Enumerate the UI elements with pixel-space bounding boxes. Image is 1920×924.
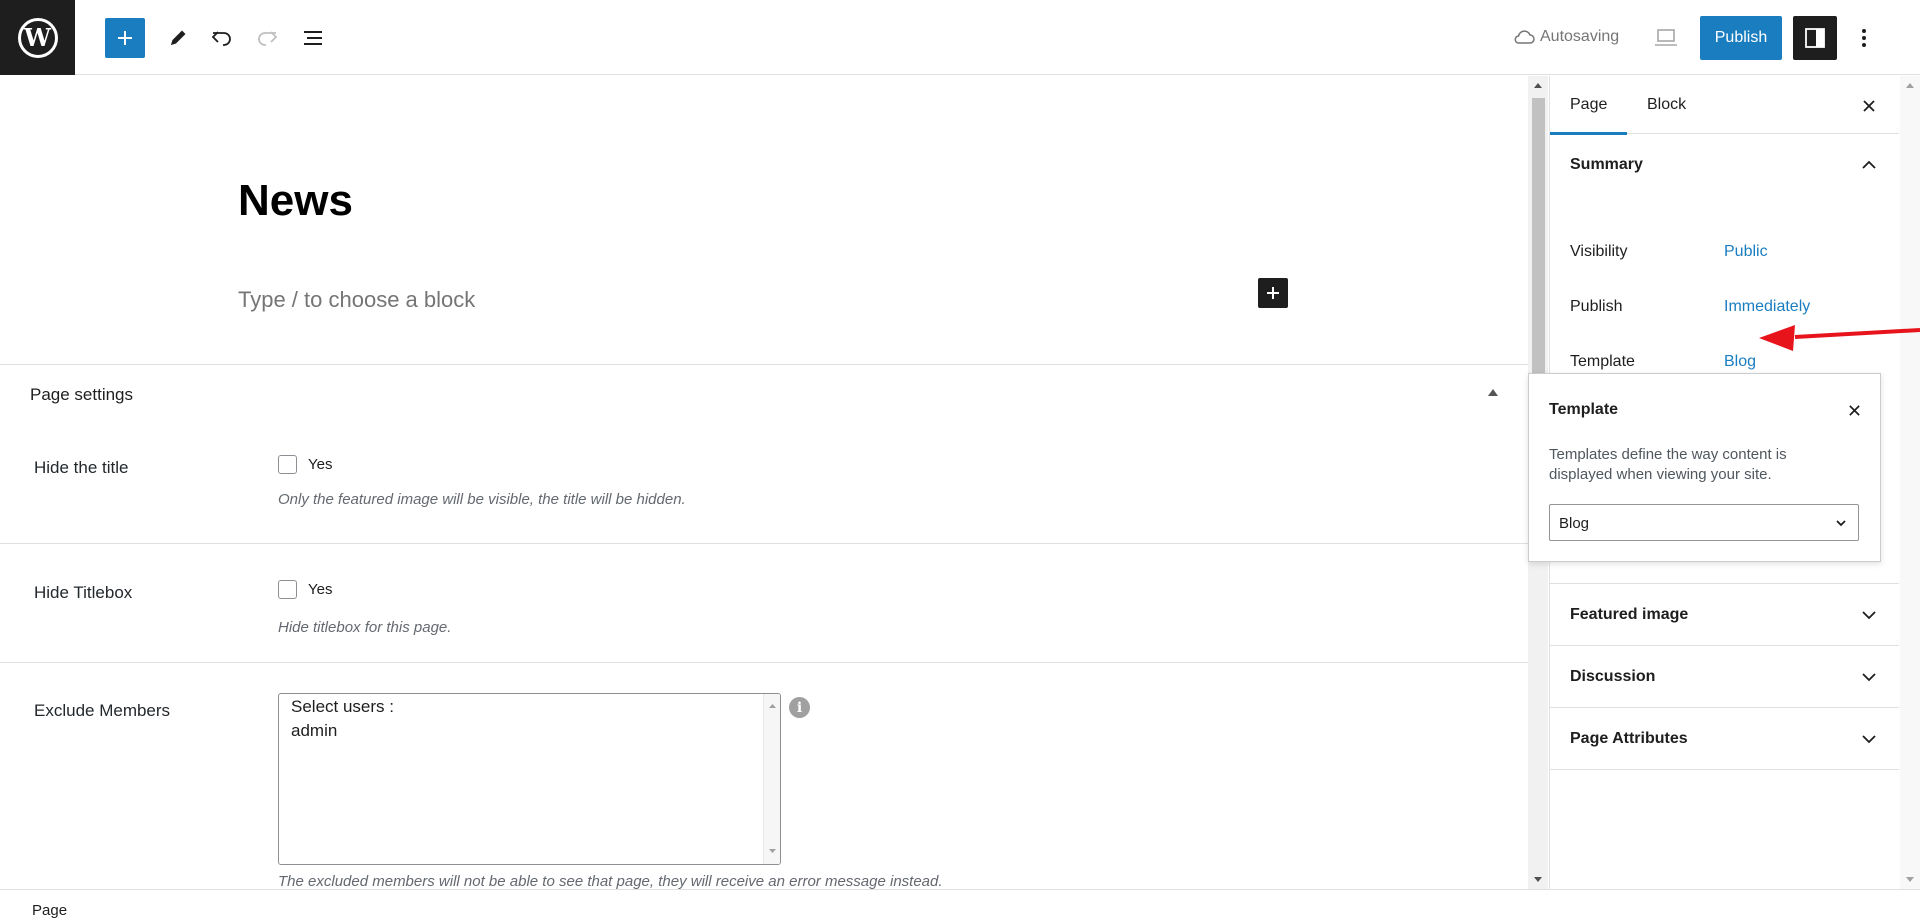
page-attributes-panel[interactable]: Page Attributes [1550,708,1899,770]
exclude-members-label: Exclude Members [34,701,171,720]
hide-titlebox-description: Hide titlebox for this page. [278,619,452,636]
document-overview-button[interactable] [293,18,333,58]
settings-sidebar-toggle[interactable] [1793,16,1837,60]
tab-page[interactable]: Page [1549,96,1628,135]
chevron-down-icon [1862,735,1876,744]
editor-canvas: News Type / to choose a block Page setti… [0,76,1528,889]
template-link[interactable]: Blog [1724,353,1756,371]
page-settings-metabox: Page settings Hide the title Yes Only th… [0,364,1528,889]
top-toolbar: W Autosaving Publish [0,0,1920,75]
chevron-down-icon [1862,673,1876,682]
visibility-link[interactable]: Public [1724,243,1768,261]
select-option[interactable]: Select users : [291,697,394,717]
hide-titlebox-checkbox-label[interactable]: Yes [308,581,332,598]
select-option[interactable]: admin [291,721,337,741]
template-select[interactable]: Blog [1549,504,1859,541]
publish-label: Publish [1570,298,1623,315]
hide-title-checkbox-label[interactable]: Yes [308,456,332,473]
info-icon[interactable]: i [789,697,810,718]
block-inserter-button[interactable] [105,18,145,58]
sidebar-icon [1805,28,1825,48]
hide-title-checkbox[interactable] [278,455,297,474]
chevron-up-icon[interactable] [1857,153,1881,177]
hide-title-description: Only the featured image will be visible,… [278,491,686,508]
template-select-value: Blog [1559,515,1590,532]
preview-button[interactable] [1654,27,1678,54]
collapse-arrow-icon[interactable] [1488,389,1498,396]
more-vertical-icon [1862,29,1866,47]
summary-panel-title[interactable]: Summary [1570,156,1643,174]
wordpress-logo-button[interactable]: W [0,0,75,75]
chevron-down-icon [1862,611,1876,620]
pencil-icon [171,30,186,45]
laptop-preview-icon [1655,29,1677,46]
chevron-down-icon [1836,520,1846,527]
options-menu-button[interactable] [1844,18,1884,58]
block-breadcrumb-bar: Page [0,889,1920,924]
tools-button[interactable] [158,18,198,58]
hide-title-label: Hide the title [34,458,129,477]
hide-titlebox-checkbox[interactable] [278,580,297,599]
close-popover-button[interactable] [1842,398,1866,422]
discussion-panel[interactable]: Discussion [1550,646,1899,708]
template-popover: Template Templates define the way conten… [1528,373,1881,562]
wordpress-logo-icon: W [17,17,58,58]
inline-inserter-button[interactable] [1258,278,1288,308]
hide-title-row: Hide the title Yes Only the featured ima… [0,423,1528,544]
publish-button[interactable]: Publish [1700,16,1782,60]
list-view-icon [304,31,322,45]
metabox-header[interactable]: Page settings [0,365,1528,423]
post-title[interactable]: News [238,176,353,226]
featured-image-panel-title: Featured image [1570,606,1689,623]
popover-description: Templates define the way content is disp… [1549,446,1787,483]
redo-button[interactable] [247,18,287,58]
close-icon [1848,404,1860,416]
tab-block[interactable]: Block [1647,96,1686,114]
publish-date-link[interactable]: Immediately [1724,298,1810,316]
popover-title: Template [1549,401,1619,418]
select-scrollbar[interactable] [763,694,780,864]
hide-titlebox-row: Hide Titlebox Yes Hide titlebox for this… [0,544,1528,663]
visibility-label: Visibility [1570,243,1628,260]
red-arrow-annotation [1759,325,1920,351]
redo-icon [258,31,278,46]
close-icon [1863,100,1875,112]
undo-button[interactable] [202,18,242,58]
page-attributes-panel-title: Page Attributes [1570,730,1688,747]
cloud-icon [1513,29,1535,50]
hide-titlebox-label: Hide Titlebox [34,583,133,602]
scroll-arrows-icon [769,704,776,853]
metabox-title: Page settings [30,385,134,404]
close-sidebar-button[interactable] [1857,94,1881,118]
featured-image-panel[interactable]: Featured image [1550,584,1899,646]
sidebar-scrollbar[interactable] [1900,76,1920,889]
plus-icon [1267,287,1279,299]
breadcrumb-item[interactable]: Page [32,902,67,919]
sidebar-tabs: Page Block [1549,76,1899,135]
plus-icon [118,31,132,45]
exclude-members-row: Exclude Members Select users : admin i T… [0,663,1528,889]
autosave-status: Autosaving [1540,28,1620,45]
exclude-members-select[interactable]: Select users : admin [278,693,781,865]
scroll-arrows-icon [1906,83,1914,882]
undo-icon [211,31,231,46]
discussion-panel-title: Discussion [1570,668,1656,685]
default-block-appender[interactable]: Type / to choose a block [238,287,475,313]
exclude-members-description: The excluded members will not be able to… [278,873,943,889]
template-label: Template [1570,353,1635,370]
